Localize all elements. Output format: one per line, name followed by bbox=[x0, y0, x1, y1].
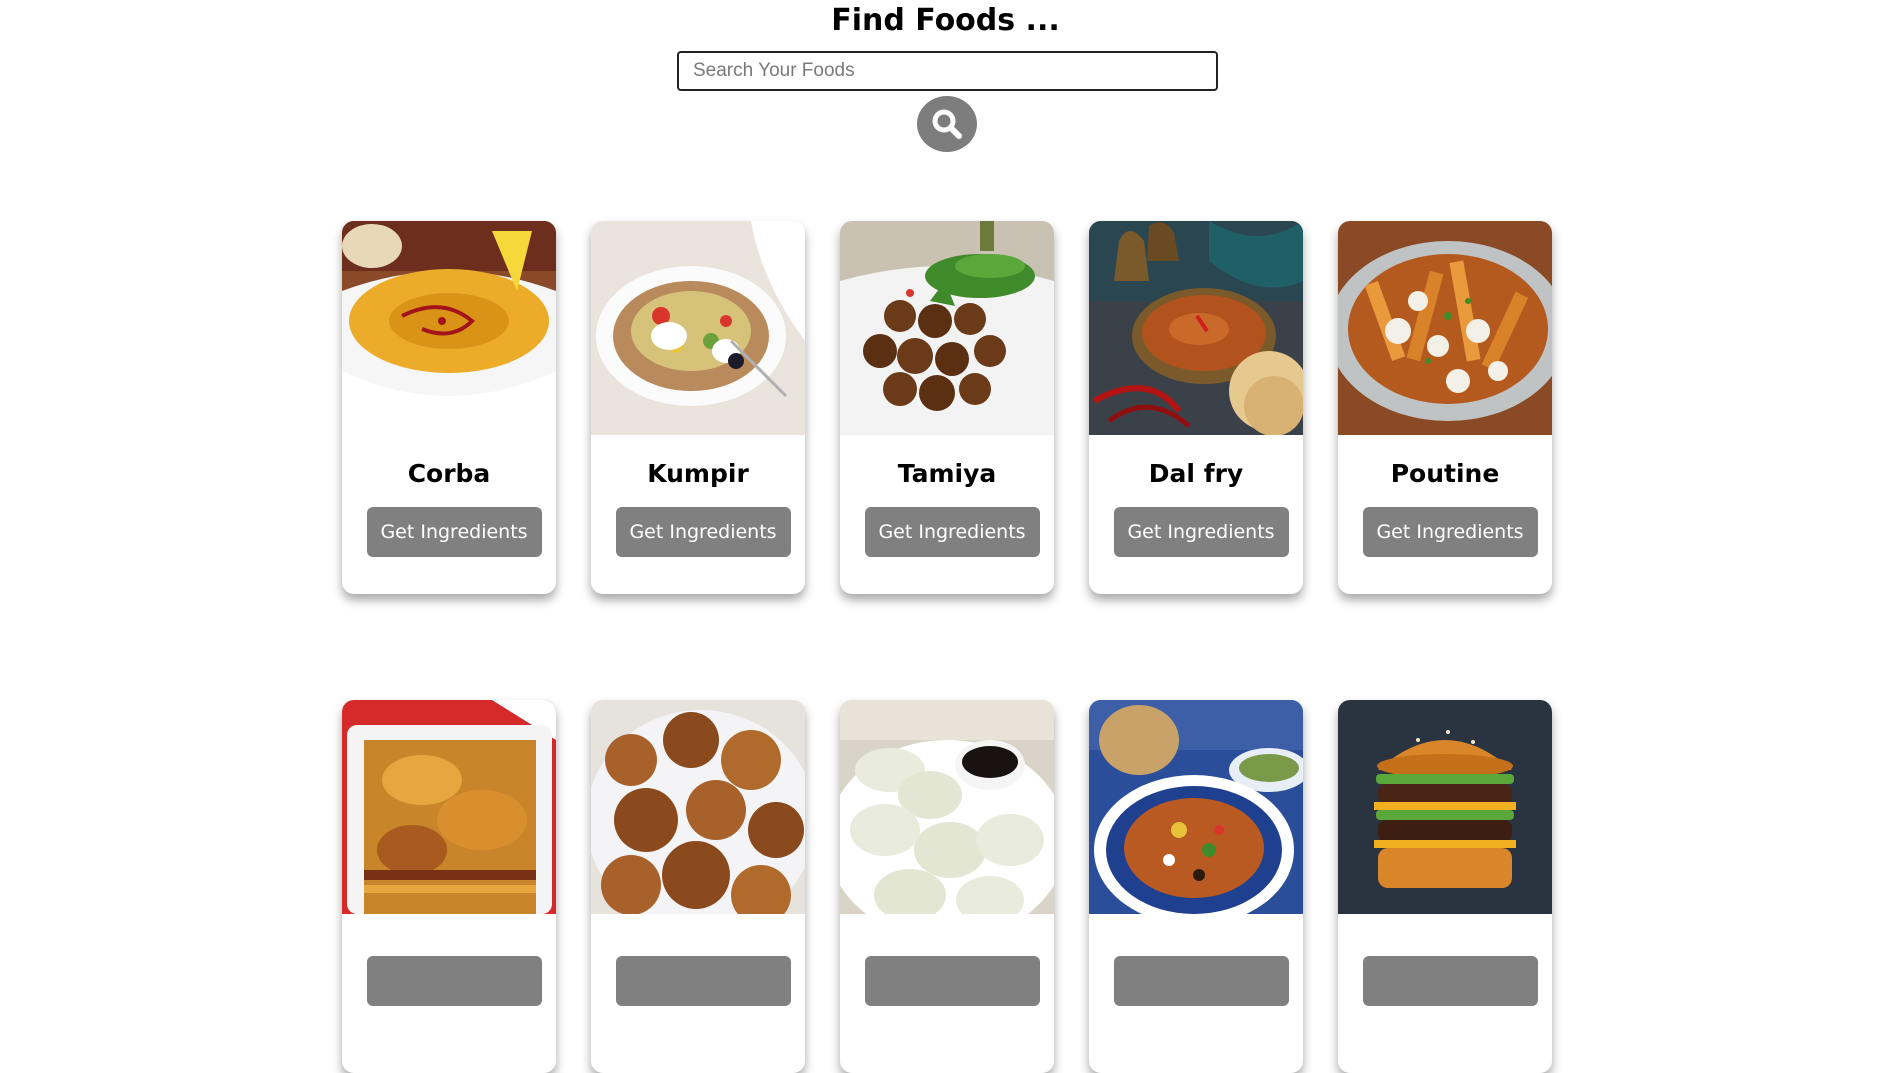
meal-image bbox=[840, 221, 1054, 435]
get-ingredients-button[interactable]: Get Ingredients bbox=[615, 507, 791, 557]
get-ingredients-button[interactable] bbox=[615, 956, 791, 1006]
meal-card: Tamiya Get Ingredients bbox=[840, 221, 1054, 594]
get-ingredients-button[interactable]: Get Ingredients bbox=[864, 507, 1040, 557]
get-ingredients-button[interactable]: Get Ingredients bbox=[1362, 507, 1538, 557]
meal-name: Corba bbox=[407, 459, 491, 488]
meal-image bbox=[1089, 221, 1303, 435]
meal-image bbox=[342, 221, 556, 435]
get-ingredients-button[interactable] bbox=[1362, 956, 1538, 1006]
get-ingredients-button[interactable] bbox=[366, 956, 542, 1006]
search-button[interactable] bbox=[917, 96, 977, 152]
meal-name: Kumpir bbox=[647, 459, 749, 488]
meal-image bbox=[591, 700, 805, 914]
meal-image bbox=[840, 700, 1054, 914]
meal-card: Kumpir Get Ingredients bbox=[591, 221, 805, 594]
meal-name: Dal fry bbox=[1148, 459, 1244, 488]
search-icon bbox=[930, 107, 964, 141]
search-input[interactable] bbox=[677, 51, 1218, 91]
meal-card: Dal fry Get Ingredients bbox=[1089, 221, 1303, 594]
meal-name: Tamiya bbox=[897, 459, 997, 488]
page-title: Find Foods ... bbox=[831, 3, 1060, 38]
meal-card: Corba Get Ingredients bbox=[342, 221, 556, 594]
meal-card: Poutine Get Ingredients bbox=[1338, 221, 1552, 594]
meal-image bbox=[1089, 700, 1303, 914]
get-ingredients-button[interactable] bbox=[864, 956, 1040, 1006]
meal-image bbox=[342, 700, 556, 914]
meal-grid: Corba Get Ingredients Kumpir Get Ingredi… bbox=[342, 221, 1554, 1073]
meal-image bbox=[1338, 221, 1552, 435]
get-ingredients-button[interactable] bbox=[1113, 956, 1289, 1006]
get-ingredients-button[interactable]: Get Ingredients bbox=[366, 507, 542, 557]
meal-image bbox=[1338, 700, 1552, 914]
meal-image bbox=[591, 221, 805, 435]
get-ingredients-button[interactable]: Get Ingredients bbox=[1113, 507, 1289, 557]
meal-name: Poutine bbox=[1390, 459, 1500, 488]
